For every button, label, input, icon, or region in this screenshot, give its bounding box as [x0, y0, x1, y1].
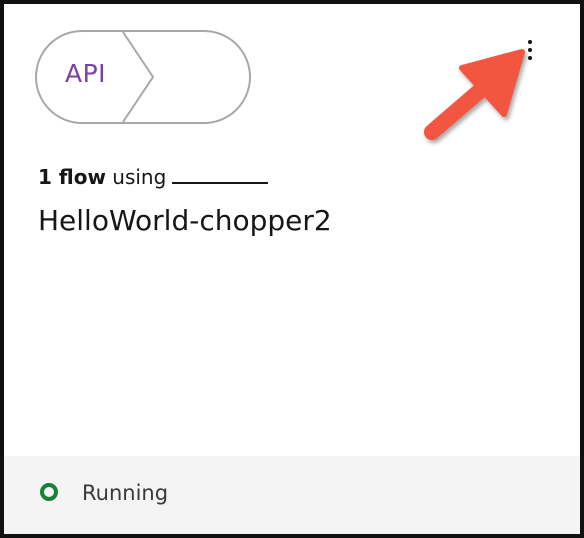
integration-tile[interactable]: API 1 flow using HelloWorld-chopper2 Run…: [4, 4, 580, 534]
connector-pill: API: [35, 30, 253, 126]
integration-name: HelloWorld-chopper2: [38, 204, 332, 237]
flow-using-label: using: [112, 165, 167, 189]
arrow-pointer-icon: [424, 49, 525, 140]
overflow-menu-dot: [528, 56, 532, 60]
redacted-value: [172, 178, 269, 184]
overflow-menu-dot: [528, 48, 532, 52]
overflow-menu-vertical-icon: [528, 40, 532, 44]
running-status-circle-icon: [40, 483, 58, 501]
flow-count: 1 flow: [38, 165, 106, 189]
connector-label: API: [65, 59, 107, 88]
tile-footer: Running: [4, 456, 580, 534]
flow-usage-line: 1 flow using: [38, 165, 269, 189]
status-label: Running: [82, 481, 169, 505]
